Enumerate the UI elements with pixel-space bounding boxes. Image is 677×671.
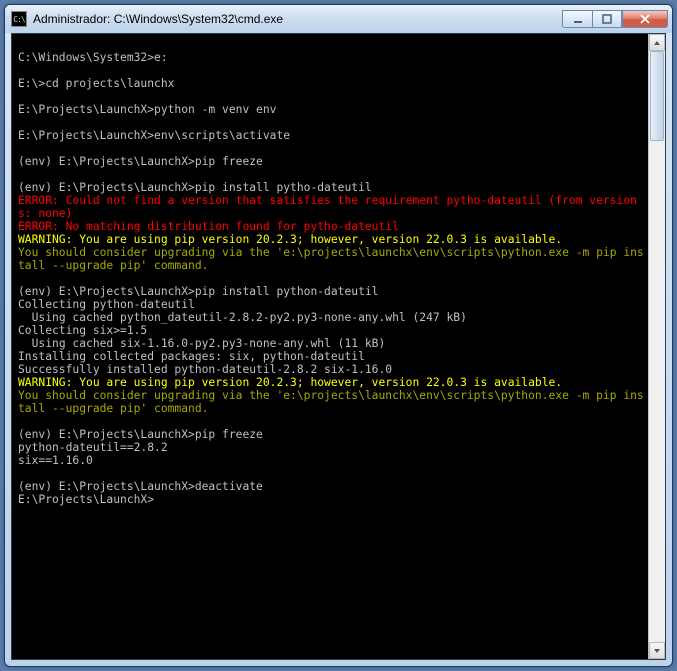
terminal-line: C:\Windows\System32>e: <box>18 51 168 64</box>
cmd-window: C:\ Administrador: C:\Windows\System32\c… <box>4 4 673 667</box>
terminal-line: E:\Projects\LaunchX> <box>18 493 154 506</box>
terminal-output[interactable]: C:\Windows\System32>e: E:\>cd projects\l… <box>12 34 648 659</box>
terminal-line: (env) E:\Projects\LaunchX>deactivate <box>18 480 263 493</box>
terminal-line: (env) E:\Projects\LaunchX>pip freeze <box>18 155 263 168</box>
terminal-line: Using cached six-1.16.0-py2.py3-none-any… <box>18 337 385 350</box>
titlebar[interactable]: C:\ Administrador: C:\Windows\System32\c… <box>5 5 672 33</box>
maximize-button[interactable] <box>592 10 622 28</box>
terminal-line: python-dateutil==2.8.2 <box>18 441 168 454</box>
terminal-line: You should consider upgrading via the 'e… <box>18 389 644 415</box>
terminal-line: You should consider upgrading via the 'e… <box>18 246 644 272</box>
terminal-line: E:\>cd projects\launchx <box>18 77 174 90</box>
terminal-line: Collecting python-dateutil <box>18 298 195 311</box>
client-area: C:\Windows\System32>e: E:\>cd projects\l… <box>11 33 666 660</box>
terminal-line: (env) E:\Projects\LaunchX>pip install py… <box>18 181 372 194</box>
minimize-icon <box>572 14 584 24</box>
terminal-line: Collecting six>=1.5 <box>18 324 147 337</box>
terminal-line: WARNING: You are using pip version 20.2.… <box>18 376 562 389</box>
terminal-line: E:\Projects\LaunchX>python -m venv env <box>18 103 276 116</box>
terminal-line: Successfully installed python-dateutil-2… <box>18 363 392 376</box>
close-button[interactable] <box>622 10 668 28</box>
chevron-up-icon <box>653 40 661 46</box>
scroll-up-button[interactable] <box>649 34 665 51</box>
vertical-scrollbar[interactable] <box>648 34 665 659</box>
terminal-line: Installing collected packages: six, pyth… <box>18 350 365 363</box>
scroll-thumb[interactable] <box>650 51 664 141</box>
cmd-icon: C:\ <box>11 11 27 27</box>
scroll-down-button[interactable] <box>649 642 665 659</box>
terminal-line: (env) E:\Projects\LaunchX>pip install py… <box>18 285 378 298</box>
cursor <box>154 494 161 506</box>
window-buttons <box>562 10 668 28</box>
terminal-line: ERROR: Could not find a version that sat… <box>18 194 637 220</box>
maximize-icon <box>601 14 613 24</box>
terminal-line: WARNING: You are using pip version 20.2.… <box>18 233 562 246</box>
terminal-line: E:\Projects\LaunchX>env\scripts\activate <box>18 129 290 142</box>
chevron-down-icon <box>653 648 661 654</box>
window-title: Administrador: C:\Windows\System32\cmd.e… <box>33 12 562 26</box>
terminal-line: six==1.16.0 <box>18 454 93 467</box>
terminal-line: ERROR: No matching distribution found fo… <box>18 220 399 233</box>
terminal-line: (env) E:\Projects\LaunchX>pip freeze <box>18 428 263 441</box>
terminal-line: Using cached python_dateutil-2.8.2-py2.p… <box>18 311 467 324</box>
minimize-button[interactable] <box>562 10 592 28</box>
scroll-track[interactable] <box>649 51 665 642</box>
close-icon <box>639 14 651 24</box>
